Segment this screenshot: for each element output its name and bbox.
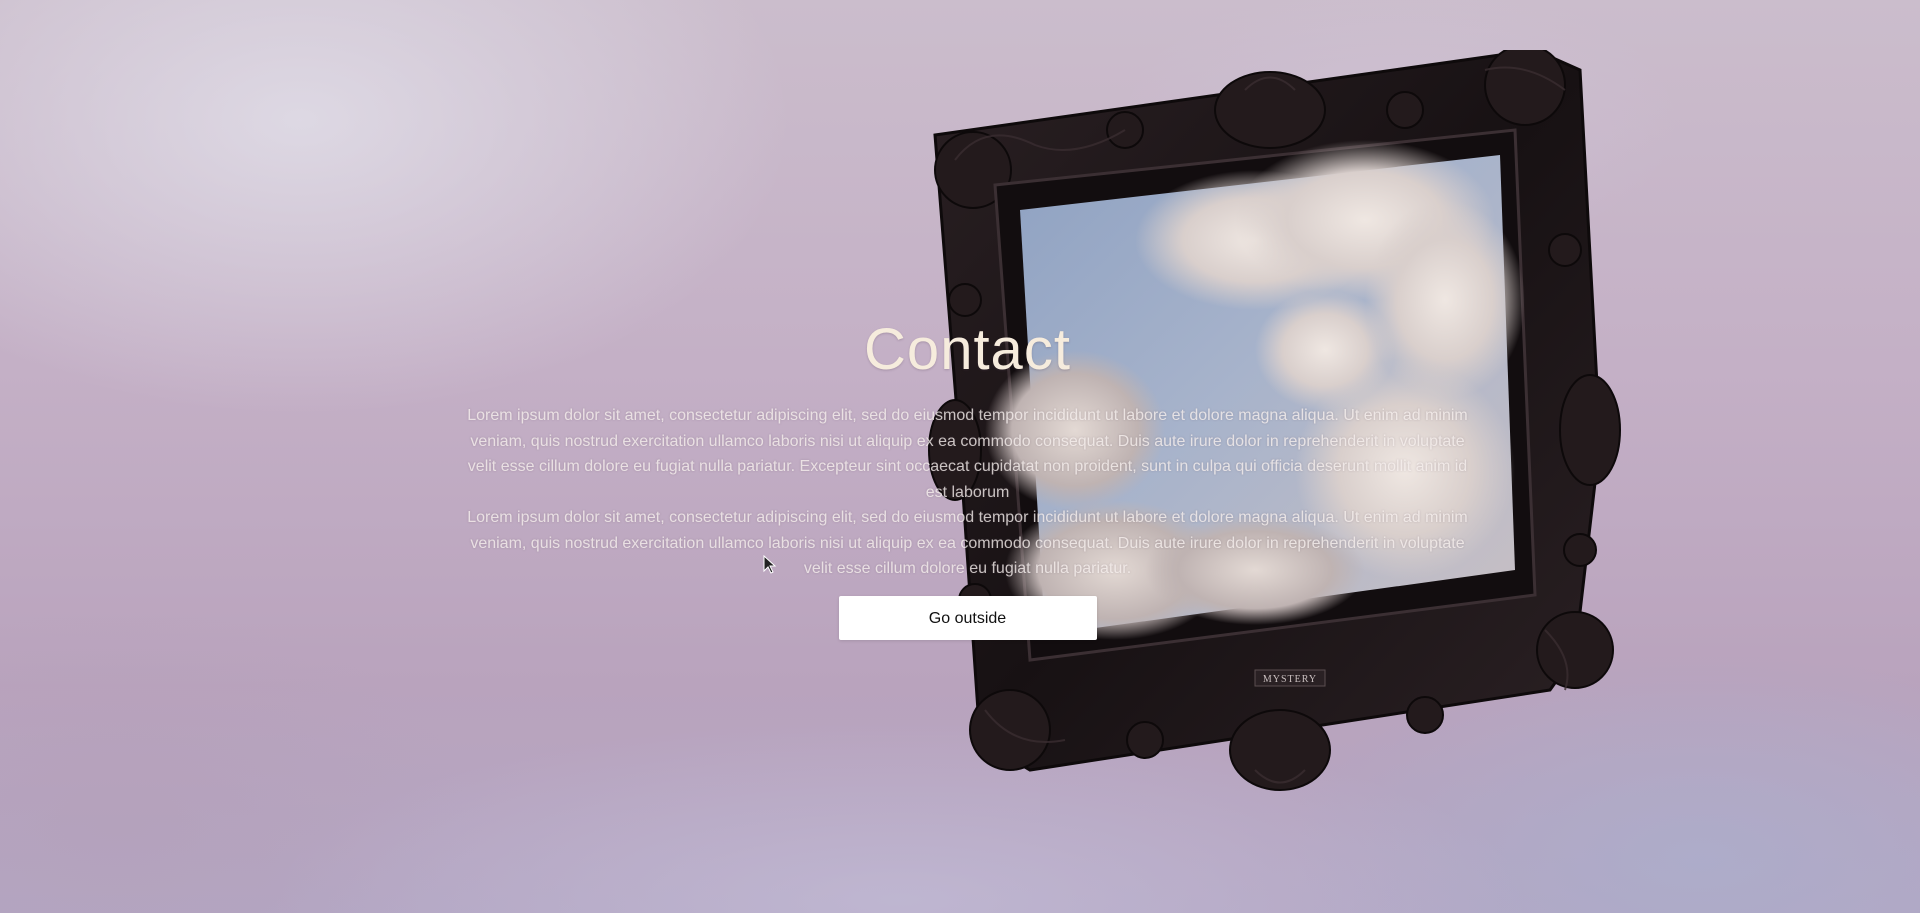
contact-section: Contact Lorem ipsum dolor sit amet, cons…: [460, 315, 1475, 640]
mouse-cursor-icon: [763, 555, 777, 574]
page-title: Contact: [864, 317, 1071, 382]
contact-paragraph-2: Lorem ipsum dolor sit amet, consectetur …: [467, 509, 1468, 577]
frame-plaque-text: MYSTERY: [1263, 674, 1317, 685]
contact-paragraph-1: Lorem ipsum dolor sit amet, consectetur …: [467, 407, 1468, 501]
go-outside-button[interactable]: Go outside: [838, 595, 1097, 640]
